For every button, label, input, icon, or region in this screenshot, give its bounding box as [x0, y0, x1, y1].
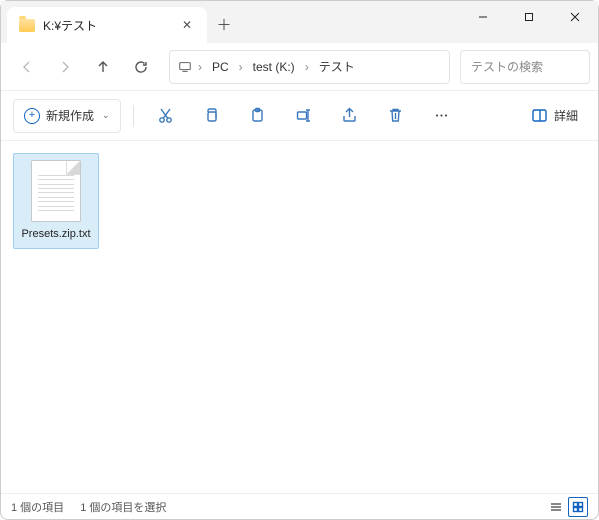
delete-button[interactable]: [376, 99, 416, 133]
copy-button[interactable]: [192, 99, 232, 133]
file-list[interactable]: Presets.zip.txt: [1, 141, 598, 493]
tab-title: K:¥テスト: [43, 17, 171, 34]
view-toggle: [546, 497, 588, 517]
details-button[interactable]: 詳細: [523, 99, 586, 133]
new-label: 新規作成: [46, 107, 94, 124]
navbar: › PC › test (K:) › テスト テストの検索: [1, 43, 598, 91]
pc-icon: [178, 60, 192, 74]
window-controls: [460, 1, 598, 33]
back-button[interactable]: [9, 49, 45, 85]
divider: [133, 105, 134, 127]
file-name: Presets.zip.txt: [21, 228, 90, 242]
tab-active[interactable]: K:¥テスト ✕: [7, 7, 207, 43]
refresh-button[interactable]: [123, 49, 159, 85]
search-input[interactable]: テストの検索: [460, 50, 590, 84]
breadcrumb-item[interactable]: テスト: [315, 56, 359, 77]
maximize-button[interactable]: [506, 1, 552, 33]
forward-button[interactable]: [47, 49, 83, 85]
selected-count: 1 個の項目を選択: [80, 499, 166, 515]
share-button[interactable]: [330, 99, 370, 133]
plus-icon: +: [24, 108, 40, 124]
statusbar: 1 個の項目 1 個の項目を選択: [1, 493, 598, 519]
folder-icon: [19, 19, 35, 32]
item-count: 1 個の項目: [11, 499, 64, 515]
file-item[interactable]: Presets.zip.txt: [13, 153, 99, 249]
text-file-icon: [31, 160, 81, 222]
more-button[interactable]: [422, 99, 462, 133]
toolbar: + 新規作成 ⌄ 詳細: [1, 91, 598, 141]
details-icon: [531, 107, 548, 124]
new-tab-button[interactable]: ＋: [207, 7, 241, 41]
close-button[interactable]: [552, 1, 598, 33]
address-bar[interactable]: › PC › test (K:) › テスト: [169, 50, 450, 84]
titlebar: K:¥テスト ✕ ＋: [1, 1, 598, 43]
minimize-button[interactable]: [460, 1, 506, 33]
search-placeholder: テストの検索: [471, 58, 543, 75]
chevron-right-icon: ›: [194, 60, 206, 74]
tab-close-icon[interactable]: ✕: [179, 17, 195, 33]
up-button[interactable]: [85, 49, 121, 85]
grid-view-button[interactable]: [568, 497, 588, 517]
rename-button[interactable]: [284, 99, 324, 133]
new-button[interactable]: + 新規作成 ⌄: [13, 99, 121, 133]
chevron-right-icon: ›: [301, 60, 313, 74]
breadcrumb-item[interactable]: PC: [208, 58, 233, 76]
list-view-button[interactable]: [546, 497, 566, 517]
chevron-right-icon: ›: [235, 60, 247, 74]
cut-button[interactable]: [146, 99, 186, 133]
chevron-down-icon: ⌄: [102, 110, 110, 121]
details-label: 詳細: [554, 107, 578, 124]
breadcrumb-item[interactable]: test (K:): [249, 58, 299, 76]
paste-button[interactable]: [238, 99, 278, 133]
